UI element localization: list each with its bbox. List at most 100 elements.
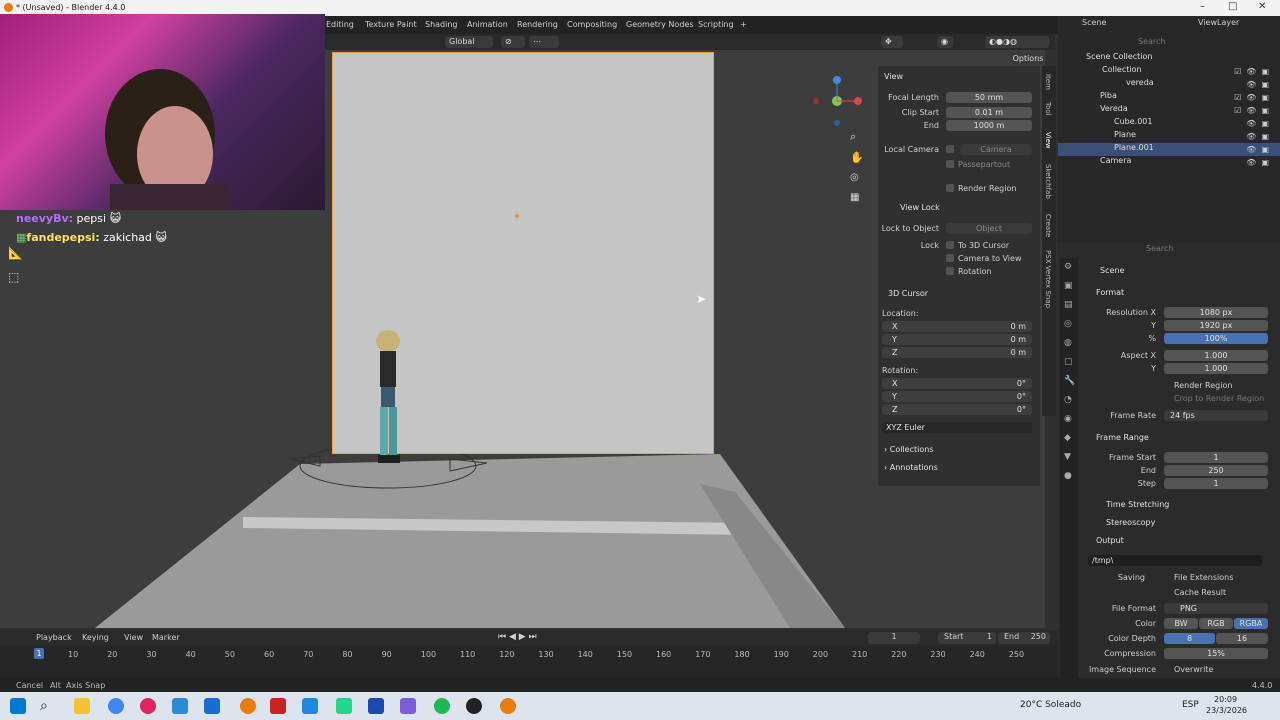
passepartout-checkbox[interactable] [946,160,954,168]
timeline[interactable]: 10 20 30 40 50 60 70 80 90 100 110 120 130 140 150 160 1… [0,646,1058,678]
end-frame-field[interactable]: End 250 [998,632,1050,644]
rotation-lock-checkbox[interactable] [946,267,954,275]
camera-to-view-checkbox[interactable] [946,254,954,262]
scene-selector[interactable]: Scene [1082,18,1106,27]
to-3d-cursor-checkbox[interactable] [946,241,954,249]
tab-texture-paint[interactable]: Texture Paint [365,20,417,29]
tab-rendering[interactable]: Rendering [517,20,558,29]
outliner-row[interactable]: Cube.001 👁▣ [1058,117,1280,130]
rotation-z-field[interactable]: Z 0° [882,404,1032,415]
outliner-row[interactable]: Camera 👁▣ [1058,156,1280,169]
view-menu[interactable]: View [124,633,143,642]
overwrite-label[interactable]: Overwrite [1174,665,1213,674]
navigation-gizmo[interactable] [808,72,868,128]
local-camera-checkbox[interactable] [946,145,954,153]
res-y-field[interactable]: 1920 px [1164,320,1268,331]
outliner-row[interactable]: Scene Collection [1058,52,1280,65]
opera-icon[interactable] [140,698,156,714]
color-bw-button[interactable]: BW [1164,618,1198,629]
tab-shading[interactable]: Shading [425,20,458,29]
tab-geometry-nodes[interactable]: Geometry Nodes [626,20,693,29]
tab-animation[interactable]: Animation [467,20,508,29]
location-y-field[interactable]: Y0 m [882,334,1032,345]
color-rgba-button[interactable]: RGBA [1234,618,1268,629]
frame-start-field[interactable]: 1 [1164,452,1268,463]
res-x-field[interactable]: 1080 px [1164,307,1268,318]
app-icon[interactable] [204,698,220,714]
add-workspace-button[interactable]: + [740,20,747,29]
current-frame-field[interactable]: 1 [868,632,920,644]
rotation-mode-dropdown[interactable]: XYZ Euler [882,422,1032,433]
depth-8-button[interactable]: 8 [1164,633,1215,644]
start-frame-field[interactable]: Start 1 [938,632,996,644]
pycharm-icon[interactable] [336,698,352,714]
render-region-checkbox[interactable] [946,184,954,192]
clock-time[interactable]: 20:09 [1214,695,1237,704]
options-button[interactable]: Options [1012,53,1044,65]
tab-sketchfab[interactable]: Sketchfab [1044,164,1052,199]
edge-icon[interactable] [172,698,188,714]
cache-result-label[interactable]: Cache Result [1174,588,1226,597]
rotation-x-field[interactable]: X 0° [882,378,1032,389]
search-icon[interactable]: ⌕ [40,698,56,714]
properties-tab-icons[interactable]: ⚙ ▣ ▤ ◎ ◍ ▢ 🔧 ◔ ◉ ◆ ▼ ● [1060,258,1078,486]
depth-16-button[interactable]: 16 [1216,633,1268,644]
properties-search[interactable]: Search [1146,244,1173,253]
zoom-icon[interactable]: ⌕ [850,130,856,144]
outliner-row[interactable]: Piba ☑👁▣ [1058,91,1280,104]
tab-psx-vertex-snap[interactable]: PSX Vertex Snap [1044,250,1052,308]
shading-modes[interactable]: ◐●◑◍ [985,36,1049,48]
vscode-icon[interactable] [368,698,384,714]
tab-compositing[interactable]: Compositing [567,20,617,29]
chrome-icon[interactable] [108,698,124,714]
pan-hand-icon[interactable]: ✋ [850,151,864,164]
crop-region-label[interactable]: Crop to Render Region [1174,394,1264,403]
gizmo-toggle-icon[interactable]: ✥ [881,36,903,48]
view-lock-header[interactable]: View Lock [900,203,940,212]
overlay-icon[interactable]: ◉ [937,36,953,48]
tab-editing[interactable]: Editing [326,20,354,29]
add-cube-tool-icon[interactable]: ⬚ [8,270,30,284]
outliner-row[interactable]: Plane 👁▣ [1058,130,1280,143]
format-header[interactable]: Format [1096,288,1124,297]
lock-to-object-field[interactable]: Object [946,223,1032,234]
character-model[interactable] [372,329,408,465]
tab-item[interactable]: Item [1044,74,1052,90]
obs-icon[interactable] [466,698,482,714]
language-indicator[interactable]: ESP [1182,700,1199,710]
tab-create[interactable]: Create [1044,214,1052,237]
rotation-y-field[interactable]: Y 0° [882,391,1032,402]
location-z-field[interactable]: Z0 m [882,347,1032,358]
stereoscopy-header[interactable]: Stereoscopy [1106,518,1155,527]
playhead[interactable]: 1 [34,648,44,659]
frame-end-field[interactable]: 250 [1164,465,1268,476]
clip-start-field[interactable]: 0.01 m [946,107,1032,118]
spotify-icon[interactable] [434,698,450,714]
collections-header[interactable]: › Collections [884,445,934,454]
time-stretching-header[interactable]: Time Stretching [1106,500,1169,509]
perspective-grid-icon[interactable]: ▦ [850,192,859,203]
compression-slider[interactable]: 15% [1164,648,1268,659]
view-layer-selector[interactable]: ViewLayer [1198,18,1239,27]
clock-date[interactable]: 23/3/2026 [1206,706,1247,715]
close-icon[interactable]: ✕ [1258,1,1266,12]
tab-tool[interactable]: Tool [1044,102,1052,116]
location-x-field[interactable]: X0 m [882,321,1032,332]
color-rgb-button[interactable]: RGB [1199,618,1233,629]
render-region-label[interactable]: Render Region [1174,381,1232,390]
frame-step-field[interactable]: 1 [1164,478,1268,489]
aspect-x-field[interactable]: 1.000 [1164,350,1268,361]
tab-scripting[interactable]: Scripting [698,20,734,29]
outliner-row[interactable]: Collection ☑👁▣ [1058,65,1280,78]
file-extensions-label[interactable]: File Extensions [1174,573,1233,582]
outliner-row[interactable]: vereda 👁▣ [1058,78,1280,91]
playback-menu[interactable]: Playback [36,633,72,642]
blender-active-icon[interactable] [500,698,516,714]
view-section-header[interactable]: View [884,72,903,81]
minimize-icon[interactable]: – [1200,1,1205,12]
outliner-search[interactable]: Search [1138,37,1165,46]
aspect-y-field[interactable]: 1.000 [1164,363,1268,374]
pivot-icon[interactable]: ⊘ [501,36,525,48]
resolution-pct-field[interactable]: 100% [1164,333,1268,344]
start-icon[interactable] [10,698,26,714]
